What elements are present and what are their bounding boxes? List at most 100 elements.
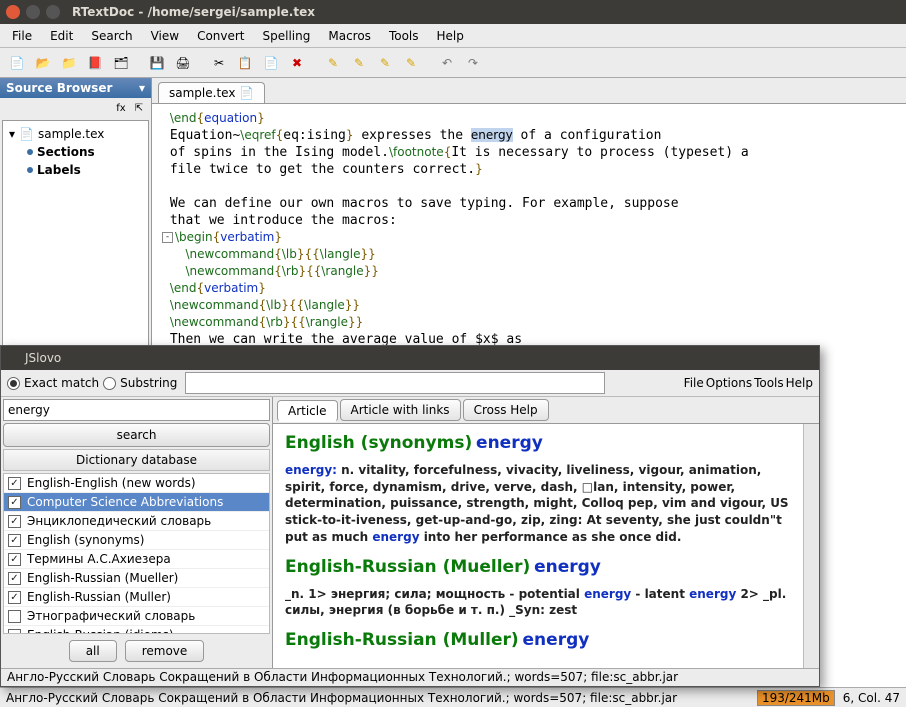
radio-exact-match[interactable] — [7, 377, 20, 390]
paste-icon[interactable]: 📄 — [260, 52, 282, 74]
tree-collapse-icon[interactable]: ⇱ — [131, 100, 147, 116]
dict-item-8[interactable]: English-Russian (idioms) — [4, 626, 269, 634]
checkbox-icon[interactable]: ✓ — [8, 553, 21, 566]
undo-icon[interactable]: ↶ — [436, 52, 458, 74]
save-icon[interactable]: 💾 — [146, 52, 168, 74]
tab-article[interactable]: Article — [277, 400, 338, 422]
redo-icon[interactable]: ↷ — [462, 52, 484, 74]
wand2-icon[interactable]: ✎ — [348, 52, 370, 74]
dict-item-label: Энциклопедический словарь — [27, 514, 211, 528]
menu-file[interactable]: File — [4, 26, 40, 46]
checkbox-icon[interactable]: ✓ — [8, 591, 21, 604]
editor-tab-label: sample.tex — [169, 86, 235, 100]
article-inline-term-2b: energy — [689, 587, 736, 601]
radio-substring[interactable] — [103, 377, 116, 390]
dialog-status-bar: Англо-Русский Словарь Сокращений в Облас… — [1, 668, 819, 686]
copy-icon[interactable]: 📋 — [234, 52, 256, 74]
menu-search[interactable]: Search — [83, 26, 140, 46]
checkbox-icon[interactable]: ✓ — [8, 515, 21, 528]
checkbox-icon[interactable]: ✓ — [8, 496, 21, 509]
highlighted-word: energy — [471, 128, 513, 142]
editor-tab-sample[interactable]: sample.tex 📄 — [158, 82, 265, 103]
remove-button[interactable]: remove — [125, 640, 205, 662]
main-menu-bar: File Edit Search View Convert Spelling M… — [0, 24, 906, 48]
tree-root[interactable]: ▾ 📄 sample.tex — [5, 125, 146, 143]
dictionary-list-header: Dictionary database — [3, 449, 270, 471]
wand1-icon[interactable]: ✎ — [322, 52, 344, 74]
tree-labels[interactable]: Labels — [23, 161, 146, 179]
tree-labels-label: Labels — [37, 163, 81, 177]
delete-icon[interactable]: ✖ — [286, 52, 308, 74]
article-tail-1: into her performance as she once did. — [420, 530, 682, 544]
dictionary-list[interactable]: ✓English-English (new words)✓Computer Sc… — [3, 473, 270, 634]
article-view[interactable]: English (synonyms) energy energy: n. vit… — [273, 424, 803, 668]
dict-item-label: English-Russian (idioms) — [27, 628, 174, 634]
dialog-title-bar[interactable]: JSlovo — [1, 346, 819, 370]
cursor-position: 6, Col. 47 — [843, 691, 900, 705]
jslovo-dialog: JSlovo Exact match Substring File Option… — [0, 345, 820, 687]
article-term-3: energy — [523, 630, 590, 650]
window-close-icon[interactable] — [6, 5, 20, 19]
dict-item-1[interactable]: ✓ Computer Science Abbreviations — [4, 493, 269, 512]
article-tabs: Article Article with links Cross Help — [273, 397, 819, 424]
tab-article-links[interactable]: Article with links — [340, 399, 461, 421]
article-headword-1: energy: — [285, 463, 337, 477]
dict-item-2[interactable]: ✓ Энциклопедический словарь — [4, 512, 269, 531]
checkbox-icon[interactable]: ✓ — [8, 477, 21, 490]
new-file-icon[interactable]: 📄 — [6, 52, 28, 74]
dict-item-label: Термины А.С.Ахиезера — [27, 552, 171, 566]
dialog-title: JSlovo — [25, 351, 61, 365]
article-source-3: English-Russian (Muller) — [285, 630, 519, 650]
dict-item-0[interactable]: ✓English-English (new words) — [4, 474, 269, 493]
print-icon[interactable]: 🖨 — [172, 52, 194, 74]
menu-help[interactable]: Help — [429, 26, 472, 46]
close-file-icon[interactable]: 📕 — [84, 52, 106, 74]
reopen-icon[interactable]: 📁 — [58, 52, 80, 74]
window-minimize-icon[interactable] — [26, 5, 40, 19]
search-input[interactable] — [3, 399, 270, 421]
panel-minimize-icon[interactable]: ▾ — [139, 81, 145, 95]
tree-expand-icon[interactable]: ▾ — [9, 127, 15, 141]
top-search-input[interactable] — [185, 372, 605, 394]
search-button[interactable]: search — [3, 423, 270, 447]
article-term-2: energy — [534, 557, 601, 577]
checkbox-icon[interactable]: ✓ — [8, 572, 21, 585]
dict-item-label: Computer Science Abbreviations — [27, 495, 223, 509]
dlg-menu-options[interactable]: Options — [706, 376, 752, 390]
main-status-bar: Англо-Русский Словарь Сокращений в Облас… — [0, 687, 906, 707]
dlg-menu-help[interactable]: Help — [786, 376, 813, 390]
menu-spelling[interactable]: Spelling — [255, 26, 319, 46]
dict-item-7[interactable]: Этнографический словарь — [4, 607, 269, 626]
menu-macros[interactable]: Macros — [320, 26, 379, 46]
checkbox-icon[interactable] — [8, 629, 21, 635]
all-button[interactable]: all — [69, 640, 117, 662]
wand3-icon[interactable]: ✎ — [374, 52, 396, 74]
tab-cross-help[interactable]: Cross Help — [463, 399, 549, 421]
dict-item-label: English-Russian (Mueller) — [27, 571, 178, 585]
bullet-icon — [27, 149, 33, 155]
memory-indicator: 193/241Mb — [757, 690, 835, 706]
checkbox-icon[interactable]: ✓ — [8, 534, 21, 547]
open-file-icon[interactable]: 📂 — [32, 52, 54, 74]
source-browser-header: Source Browser ▾ — [0, 78, 151, 98]
article-scrollbar[interactable] — [803, 424, 819, 668]
menu-edit[interactable]: Edit — [42, 26, 81, 46]
tree-fn-icon[interactable]: fx — [113, 100, 129, 116]
window-maximize-icon[interactable] — [46, 5, 60, 19]
menu-tools[interactable]: Tools — [381, 26, 427, 46]
fold-icon[interactable]: - — [162, 232, 173, 243]
dlg-menu-file[interactable]: File — [684, 376, 704, 390]
dict-item-3[interactable]: ✓English (synonyms) — [4, 531, 269, 550]
dict-item-4[interactable]: ✓ Термины А.С.Ахиезера — [4, 550, 269, 569]
dict-item-5[interactable]: ✓ English-Russian (Mueller) — [4, 569, 269, 588]
dlg-menu-tools[interactable]: Tools — [754, 376, 784, 390]
article-body-2a: _n. 1> энергия; сила; мощность - potenti… — [285, 587, 584, 601]
cut-icon[interactable]: ✂ — [208, 52, 230, 74]
menu-convert[interactable]: Convert — [189, 26, 252, 46]
wand4-icon[interactable]: ✎ — [400, 52, 422, 74]
tree-sections[interactable]: Sections — [23, 143, 146, 161]
open-folder-icon[interactable]: 🗂 — [110, 52, 132, 74]
dict-item-6[interactable]: ✓English-Russian (Muller) — [4, 588, 269, 607]
menu-view[interactable]: View — [143, 26, 187, 46]
checkbox-icon[interactable] — [8, 610, 21, 623]
